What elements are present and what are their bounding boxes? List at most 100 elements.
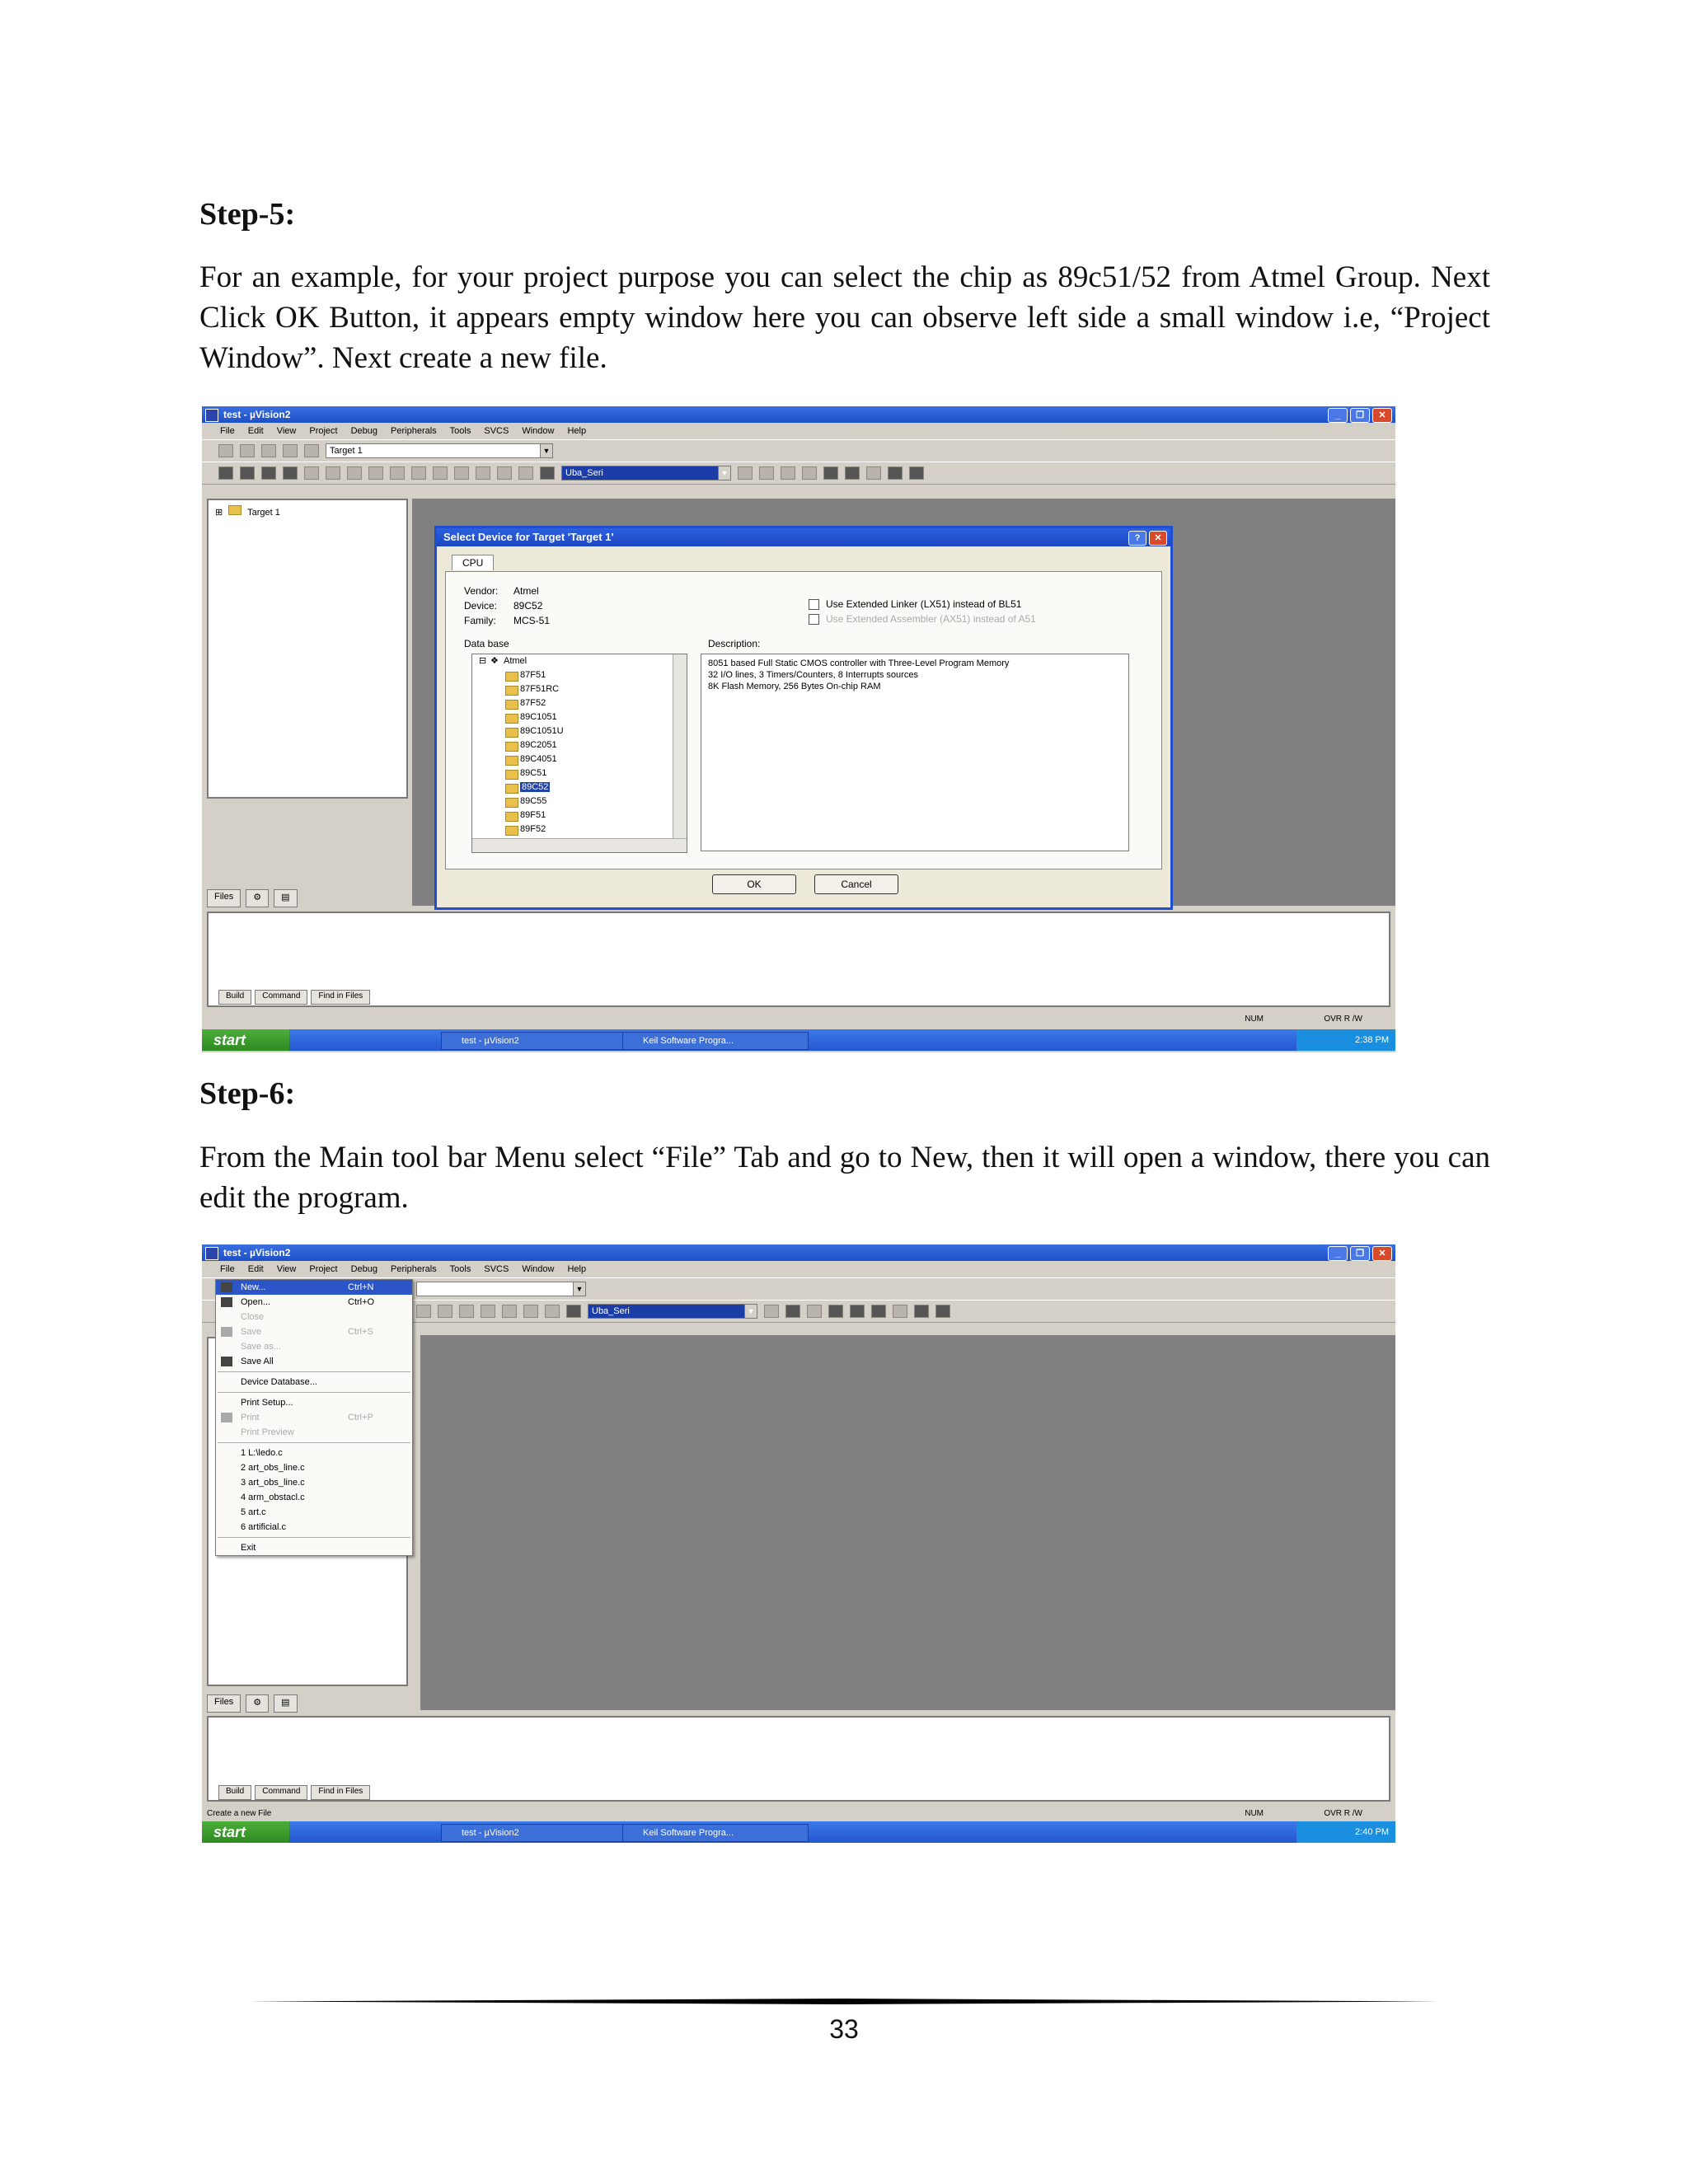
ok-button[interactable]: OK [712,874,796,894]
collapse-icon[interactable]: ⊟ [479,654,486,668]
source-browser-icon[interactable] [759,466,774,480]
menu-file[interactable]: File [220,1261,235,1277]
tab-regs[interactable]: ⚙ [246,1694,270,1713]
tree-device-item[interactable]: 89C1051U [472,724,687,738]
restore-button[interactable]: ❐ [1350,1246,1370,1261]
find-in-files-icon[interactable] [540,466,555,480]
project-window-icon[interactable] [823,466,838,480]
next-bookmark-icon[interactable] [476,466,490,480]
tab-files[interactable]: Files [207,889,241,907]
paste-icon[interactable] [347,466,362,480]
menu-edit[interactable]: Edit [248,423,264,439]
find-in-files-icon[interactable] [566,1305,581,1318]
menu-item-open[interactable]: Open... Ctrl+O [216,1295,412,1310]
project-tree-root[interactable]: ⊞ Target 1 [215,505,280,518]
tab-command[interactable]: Command [255,1785,308,1800]
menu-item-recent-file[interactable]: 5 art.c [216,1505,412,1520]
output-window-icon[interactable] [845,466,860,480]
target-select[interactable]: ▼ [416,1282,586,1296]
menu-tools[interactable]: Tools [450,1261,471,1277]
tab-find-in-files[interactable]: Find in Files [311,1785,371,1800]
debug-session-icon[interactable] [807,1305,822,1318]
menu-item-new[interactable]: New... Ctrl+N [216,1280,412,1295]
tree-device-item-selected[interactable]: 89C52 [472,780,687,794]
device-database-tree[interactable]: ⊟ ❖ Atmel 87F51 87F51RC 87F52 89C1051 89… [471,654,687,853]
tree-device-item[interactable]: 89C55 [472,794,687,808]
tab-find-in-files[interactable]: Find in Files [311,990,371,1005]
watch-window-icon[interactable] [893,1305,907,1318]
tools-icon[interactable] [909,466,924,480]
taskbar-keil-software[interactable]: Keil Software Progra... [622,1032,809,1050]
menu-item-recent-file[interactable]: 4 arm_obstacl.c [216,1490,412,1505]
clear-bookmarks-icon[interactable] [518,466,533,480]
taskbar-uvision[interactable]: test - µVision2 [441,1824,627,1842]
menu-item-print-setup[interactable]: Print Setup... [216,1395,412,1410]
menu-item-recent-file[interactable]: 6 artificial.c [216,1520,412,1535]
menu-window[interactable]: Window [522,423,554,439]
menu-file[interactable]: File [220,423,235,439]
watch-window-icon[interactable] [866,466,881,480]
save-all-icon[interactable] [283,466,298,480]
menu-item-exit[interactable]: Exit [216,1540,412,1555]
tab-regs[interactable]: ⚙ [246,889,270,907]
tab-build[interactable]: Build [218,1785,252,1800]
breakpoint-icon[interactable] [802,466,817,480]
tab-build[interactable]: Build [218,990,252,1005]
dialog-close-button[interactable]: ✕ [1149,531,1167,546]
debug-session-icon[interactable] [781,466,795,480]
extended-linker-checkbox[interactable]: Use Extended Linker (LX51) instead of BL… [809,598,1021,611]
options-icon[interactable] [304,444,319,457]
configure-icon[interactable] [888,466,903,480]
build-icon[interactable] [240,444,255,457]
project-window-icon[interactable] [850,1305,865,1318]
source-browser-icon[interactable] [785,1305,800,1318]
new-file-icon[interactable] [218,466,233,480]
menu-item-recent-file[interactable]: 3 art_obs_line.c [216,1475,412,1490]
prev-bookmark-icon[interactable] [545,1305,560,1318]
redo-icon[interactable] [438,1305,452,1318]
help-button[interactable]: ? [1128,531,1146,546]
find-combo[interactable]: Uba_Seri ▼ [588,1304,757,1319]
rebuild-icon[interactable] [261,444,276,457]
find-icon[interactable] [738,466,753,480]
tree-root-atmel[interactable]: ⊟ ❖ Atmel [472,654,687,668]
tree-device-item[interactable]: 89F51 [472,808,687,823]
start-button[interactable]: start [202,1821,289,1843]
tree-device-item[interactable]: 89F52 [472,823,687,837]
prev-bookmark-icon[interactable] [497,466,512,480]
menu-debug[interactable]: Debug [351,1261,377,1277]
unindent-icon[interactable] [433,466,448,480]
tab-books[interactable]: ▤ [274,889,298,907]
menu-help[interactable]: Help [567,1261,586,1277]
save-icon[interactable] [261,466,276,480]
menu-peripherals[interactable]: Peripherals [391,423,437,439]
tree-horizontal-scrollbar[interactable] [472,838,687,852]
menu-item-recent-file[interactable]: 2 art_obs_line.c [216,1460,412,1475]
tab-cpu[interactable]: CPU [452,555,495,570]
menu-svcs[interactable]: SVCS [484,1261,509,1277]
menu-item-recent-file[interactable]: 1 L:\ledo.c [216,1446,412,1460]
tree-device-item[interactable]: 89C1051 [472,710,687,724]
menu-window[interactable]: Window [522,1261,554,1277]
menu-svcs[interactable]: SVCS [484,423,509,439]
cancel-button[interactable]: Cancel [814,874,898,894]
close-button[interactable]: ✕ [1372,1246,1392,1261]
redo-icon[interactable] [390,466,405,480]
tree-vertical-scrollbar[interactable] [673,654,687,839]
find-combo[interactable]: Uba_Seri ▼ [561,466,731,480]
menu-item-save-all[interactable]: Save All [216,1354,412,1369]
breakpoint-icon[interactable] [828,1305,843,1318]
menu-tools[interactable]: Tools [450,423,471,439]
tree-device-item[interactable]: 89C51 [472,766,687,780]
tab-command[interactable]: Command [255,990,308,1005]
translate-icon[interactable] [218,444,233,457]
tools-icon[interactable] [935,1305,950,1318]
open-file-icon[interactable] [240,466,255,480]
undo-icon[interactable] [416,1305,431,1318]
tree-device-item[interactable]: 89C2051 [472,738,687,752]
find-icon[interactable] [764,1305,779,1318]
menu-peripherals[interactable]: Peripherals [391,1261,437,1277]
stop-build-icon[interactable] [283,444,298,457]
restore-button[interactable]: ❐ [1350,408,1370,423]
minimize-button[interactable]: _ [1328,408,1348,423]
